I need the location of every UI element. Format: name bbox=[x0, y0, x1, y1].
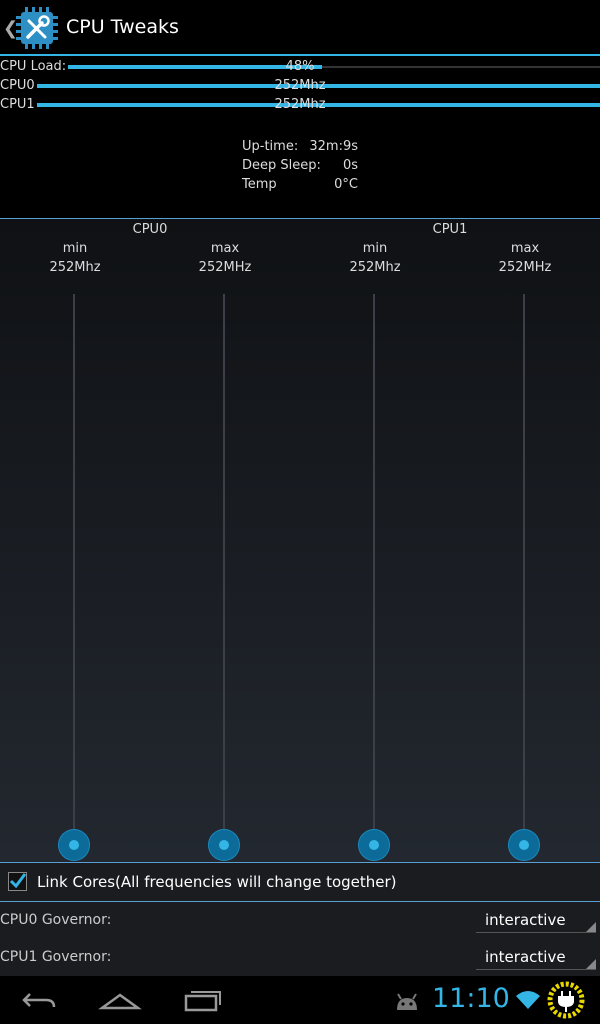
cpu1-row: 252Mhz CPU1 bbox=[0, 96, 600, 114]
cpu1-min-label: min bbox=[362, 241, 388, 256]
recent-apps-icon[interactable] bbox=[161, 984, 241, 1016]
cpu-load-label: CPU Load: bbox=[0, 59, 69, 74]
link-cores-label: Link Cores(All frequencies will change t… bbox=[37, 873, 397, 891]
temp-value: 0°C bbox=[334, 177, 358, 192]
cpu-load-row: 48% CPU Load: bbox=[0, 58, 600, 76]
battery-charging-icon bbox=[547, 981, 585, 1019]
governor-settings: CPU0 Governor: interactive CPU1 Governor… bbox=[0, 902, 600, 976]
cpu0-governor-spinner[interactable]: interactive bbox=[476, 905, 596, 933]
android-debug-icon bbox=[397, 993, 417, 1010]
cpu0-min-value: 252Mhz bbox=[49, 260, 101, 275]
spinner-triangle-icon bbox=[586, 922, 596, 932]
cpu-tweaks-app-icon[interactable] bbox=[15, 6, 59, 50]
cpu1-max-slider-thumb[interactable] bbox=[508, 829, 540, 861]
spinner-triangle-icon bbox=[586, 959, 596, 969]
cpu1-governor-value: interactive bbox=[485, 948, 566, 966]
cpu0-governor-value: interactive bbox=[485, 911, 566, 929]
checkbox-checked-icon bbox=[9, 873, 27, 889]
link-cores-checkbox[interactable] bbox=[8, 872, 27, 891]
system-bar: 11:10 bbox=[0, 976, 600, 1024]
cpu0-value: 252Mhz bbox=[274, 78, 326, 93]
cpu1-governor-spinner[interactable]: interactive bbox=[476, 942, 596, 970]
cpu-load-value: 48% bbox=[285, 59, 315, 74]
app-title: CPU Tweaks bbox=[66, 16, 179, 38]
cpu0-governor-label: CPU0 Governor: bbox=[0, 912, 112, 928]
cpu0-label: CPU0 bbox=[0, 78, 37, 93]
wifi-icon bbox=[516, 991, 540, 1009]
cpu1-slider-title: CPU1 bbox=[432, 222, 468, 237]
cpu1-min-slider-thumb[interactable] bbox=[358, 829, 390, 861]
cpu1-governor-label: CPU1 Governor: bbox=[0, 949, 112, 965]
cpu0-max-value: 252MHz bbox=[198, 260, 252, 275]
cpu0-slider-title: CPU0 bbox=[132, 222, 168, 237]
cpu1-max-label: max bbox=[510, 241, 540, 256]
cpu0-min-label: min bbox=[62, 241, 88, 256]
back-icon[interactable] bbox=[0, 984, 80, 1016]
cpu0-row: 252Mhz CPU0 bbox=[0, 77, 600, 95]
cpu1-label: CPU1 bbox=[0, 97, 37, 112]
frequency-sliders: CPU0 CPU1 min max min max 252Mhz 252MHz … bbox=[0, 219, 600, 862]
cpu1-min-slider-track[interactable] bbox=[373, 294, 375, 846]
cpu0-max-slider-thumb[interactable] bbox=[208, 829, 240, 861]
home-icon[interactable] bbox=[80, 984, 160, 1016]
deep-sleep-value: 0s bbox=[342, 158, 358, 173]
cpu1-min-value: 252Mhz bbox=[349, 260, 401, 275]
uptime-value: 32m:9s bbox=[309, 139, 358, 154]
cpu1-max-value: 252MHz bbox=[498, 260, 552, 275]
status-clock: 11:10 bbox=[432, 983, 510, 1014]
cpu1-max-slider-track[interactable] bbox=[523, 294, 525, 846]
cpu0-min-slider-track[interactable] bbox=[73, 294, 75, 846]
cpu0-min-slider-thumb[interactable] bbox=[58, 829, 90, 861]
stats-panel: 48% CPU Load: 252Mhz CPU0 252Mhz CPU1 Up… bbox=[0, 56, 600, 218]
cpu0-max-label: max bbox=[210, 241, 240, 256]
cpu0-max-slider-track[interactable] bbox=[223, 294, 225, 846]
cpu1-value: 252Mhz bbox=[274, 97, 326, 112]
link-cores-row[interactable]: Link Cores(All frequencies will change t… bbox=[0, 863, 600, 901]
action-bar: ❮ CPU Tweaks bbox=[0, 0, 600, 54]
